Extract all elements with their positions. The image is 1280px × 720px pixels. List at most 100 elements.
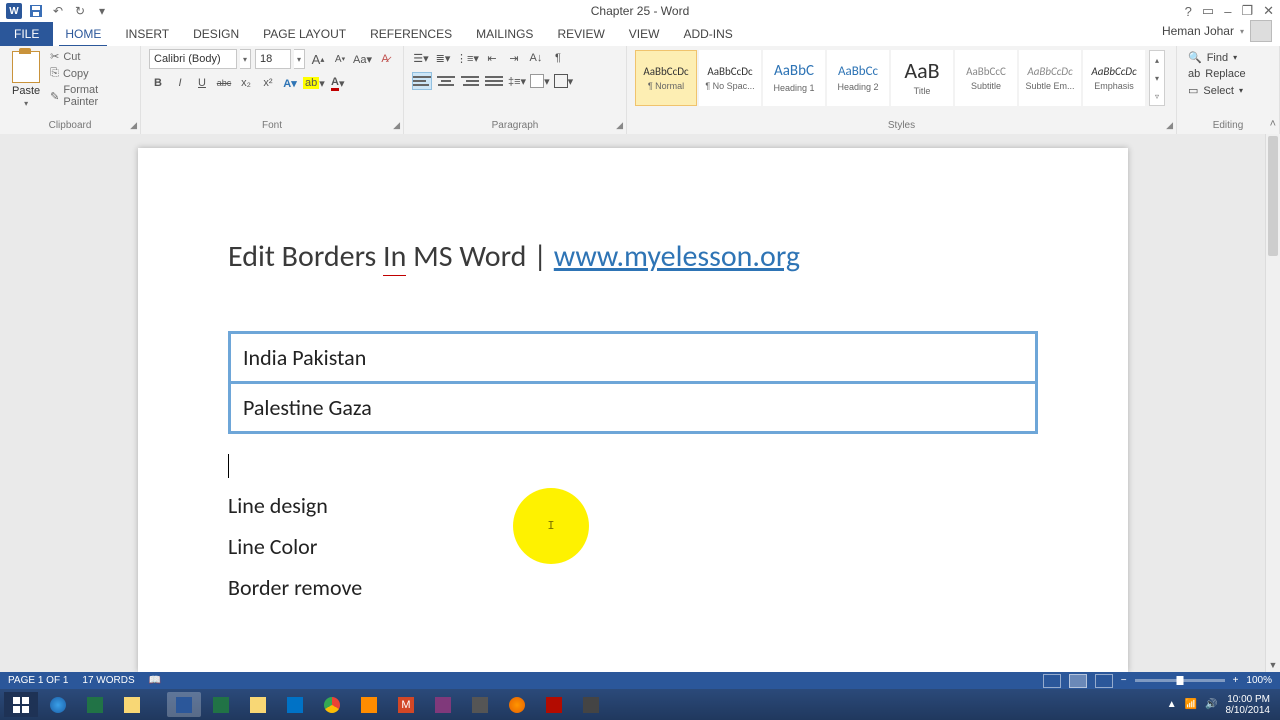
bold-button[interactable]: B [149,74,167,92]
redo-icon[interactable]: ↻ [72,3,88,19]
collapse-ribbon-icon[interactable]: ˄ [1270,118,1276,130]
dialog-launcher-icon[interactable]: ◢ [616,120,623,131]
view-print-button[interactable] [1069,674,1087,688]
tab-view[interactable]: VIEW [617,22,672,46]
select-button[interactable]: ▭Select▾ [1185,82,1271,99]
tab-file[interactable]: FILE [0,22,53,46]
grow-font-button[interactable]: A▴ [309,50,327,68]
tab-page-layout[interactable]: PAGE LAYOUT [251,22,358,46]
heading-link[interactable]: www.myelesson.org [554,238,800,275]
borders-button[interactable]: ▾ [554,72,574,90]
tab-home[interactable]: HOME [53,22,113,46]
numbering-button[interactable]: ≣▾ [434,49,452,67]
tab-design[interactable]: DESIGN [181,22,251,46]
clear-formatting-button[interactable]: A̷ [376,50,394,68]
zoom-out-button[interactable]: − [1121,675,1127,686]
taskbar-excel2-icon[interactable] [204,692,238,717]
style-item[interactable]: AaBbCcDc¶ Normal [635,50,697,106]
align-right-button[interactable] [460,72,480,90]
bordered-line[interactable]: Palestine Gaza [231,381,1035,431]
vertical-scrollbar[interactable]: ▲ ▼ [1265,134,1280,672]
font-color-button[interactable]: A▾ [329,74,347,92]
styles-more-button[interactable]: ▴▾▿ [1149,50,1165,106]
taskbar-misc-icon[interactable] [574,692,608,717]
strike-button[interactable]: abc [215,74,233,92]
style-item[interactable]: AaBbCcDcSubtle Em... [1019,50,1081,106]
taskbar-chrome-icon[interactable] [315,692,349,717]
status-proof-icon[interactable]: 📖 [149,675,161,686]
view-read-button[interactable] [1043,674,1061,688]
tab-add-ins[interactable]: ADD-INS [671,22,744,46]
taskbar-acrobat-icon[interactable] [537,692,571,717]
taskbar-app-icon[interactable] [463,692,497,717]
shading-button[interactable]: ▾ [530,72,550,90]
show-marks-button[interactable]: ¶ [549,49,567,67]
multilevel-button[interactable]: ⋮≡▾ [456,49,479,67]
font-size-input[interactable]: 18 [255,49,291,69]
taskbar-firefox-icon[interactable] [500,692,534,717]
scroll-thumb[interactable] [1268,136,1278,256]
taskbar-media-icon[interactable] [352,692,386,717]
status-page[interactable]: PAGE 1 OF 1 [8,675,68,686]
taskbar-folder-icon[interactable] [241,692,275,717]
taskbar-word-icon[interactable] [167,692,201,717]
tab-insert[interactable]: INSERT [113,22,181,46]
style-item[interactable]: AaBbCcHeading 2 [827,50,889,106]
find-button[interactable]: 🔍Find▾ [1185,49,1271,66]
underline-button[interactable]: U [193,74,211,92]
text-effects-button[interactable]: A▾ [281,74,299,92]
taskbar-onenote-icon[interactable] [426,692,460,717]
qat-customize-icon[interactable]: ▾ [94,3,110,19]
tab-mailings[interactable]: MAILINGS [464,22,545,46]
style-item[interactable]: AaBbCcDcEmphasis [1083,50,1145,106]
justify-button[interactable] [484,72,504,90]
tray-volume-icon[interactable]: 🔊 [1205,699,1217,710]
view-web-button[interactable] [1095,674,1113,688]
zoom-slider[interactable] [1135,679,1225,682]
status-words[interactable]: 17 WORDS [82,675,134,686]
body-line[interactable]: Line design [228,492,1038,519]
taskbar-ie-icon[interactable] [41,692,75,717]
tray-up-icon[interactable]: ▲ [1167,699,1177,710]
sort-button[interactable]: A↓ [527,49,545,67]
superscript-button[interactable]: x² [259,74,277,92]
taskbar-m-icon[interactable]: M [389,692,423,717]
body-line[interactable]: Line Color [228,533,1038,560]
account-area[interactable]: Heman Johar ▾ [1154,16,1280,46]
taskbar-explorer-icon[interactable] [115,692,149,717]
font-name-input[interactable]: Calibri (Body) [149,49,237,69]
decrease-indent-button[interactable]: ⇤ [483,49,501,67]
style-item[interactable]: AaBTitle [891,50,953,106]
align-left-button[interactable] [412,72,432,90]
system-tray[interactable]: ▲ 📶 🔊 10:00 PM 8/10/2014 [1167,694,1276,716]
copy-button[interactable]: ⎘Copy [48,66,132,81]
bordered-line[interactable]: India Pakistan [231,334,1035,381]
zoom-level[interactable]: 100% [1246,675,1272,686]
font-name-dropdown-icon[interactable]: ▾ [240,49,251,69]
body-line[interactable]: Border remove [228,574,1038,601]
change-case-button[interactable]: Aa▾ [353,50,372,68]
cut-button[interactable]: ✂Cut [48,49,132,64]
tray-network-icon[interactable]: 📶 [1185,699,1197,710]
zoom-in-button[interactable]: + [1233,675,1239,686]
increase-indent-button[interactable]: ⇥ [505,49,523,67]
dialog-launcher-icon[interactable]: ◢ [130,120,137,131]
scroll-down-icon[interactable]: ▼ [1266,658,1280,672]
style-item[interactable]: AaBbCcCSubtitle [955,50,1017,106]
dialog-launcher-icon[interactable]: ◢ [393,120,400,131]
paste-button[interactable]: Paste ▾ [8,49,44,110]
font-size-dropdown-icon[interactable]: ▾ [294,49,305,69]
taskbar-outlook-icon[interactable] [278,692,312,717]
italic-button[interactable]: I [171,74,189,92]
taskbar-excel-icon[interactable] [78,692,112,717]
page[interactable]: Edit Borders In MS Word | www.myelesson.… [138,148,1128,672]
cursor-line[interactable] [228,450,1038,478]
[interactable]: x₂ [237,74,255,92]
highlight-button[interactable]: ab▾ [303,74,325,92]
save-icon[interactable] [28,3,44,19]
tab-review[interactable]: REVIEW [545,22,616,46]
styles-gallery[interactable]: AaBbCcDc¶ NormalAaBbCcDc¶ No Spac...AaBb… [635,49,1145,107]
replace-button[interactable]: abReplace [1185,66,1271,82]
start-button[interactable] [4,692,38,717]
format-painter-button[interactable]: ✎Format Painter [48,83,132,109]
